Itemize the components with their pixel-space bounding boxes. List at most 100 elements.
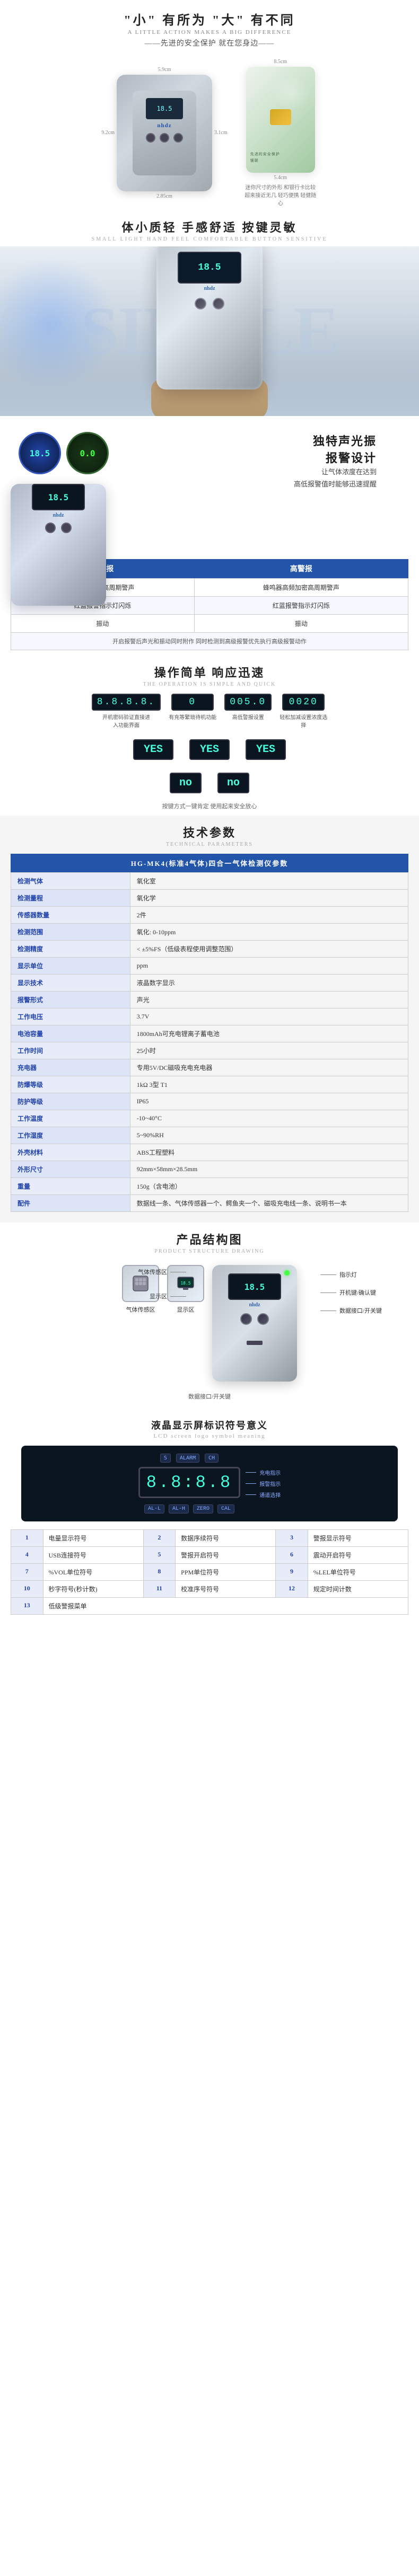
tech-value-10: 1800mAh可充电锂离子蓄电池 — [130, 1025, 408, 1042]
top-slogan-section: "小" 有所为 "大" 有不同 A LITTLE ACTION MAKES A … — [0, 0, 419, 54]
tech-param-6: 显示单位 — [11, 958, 130, 975]
tech-value-7: 液晶数字显示 — [130, 975, 408, 992]
lcd-screen-1: 8.8.8.8. — [92, 694, 161, 711]
tech-row-17: 外壳材料 ABS工程塑料 — [11, 1144, 408, 1161]
symbol-num-8: 8 — [143, 1564, 176, 1581]
lcd-grid: 8.8.8.8. 开机密码验证直接进入功能界面 0 有充等繁琐待机功能 005.… — [0, 687, 419, 735]
tech-param-2: 检测量程 — [11, 890, 130, 907]
symbol-desc-1: 电量显示符号 — [43, 1530, 143, 1547]
main-device-with-labels: 18.5 nhdz 指示灯 — [212, 1265, 297, 1382]
lcd-alarm-labels-row: AL-L AL-H ZERO CAL — [144, 1504, 234, 1513]
card-chip — [270, 109, 291, 125]
tech-row-11: 工作时间 25小时 — [11, 1042, 408, 1059]
lcd-label-1: 开机密码验证直接进入功能界面 — [102, 713, 150, 729]
tech-param-16: 工作湿度 — [11, 1127, 130, 1144]
label-gas-sensor-text: 气体传感区 — [138, 1268, 167, 1276]
tech-param-14: 防护等级 — [11, 1093, 130, 1110]
dim-label-top: 5.9cm — [158, 67, 171, 73]
tech-row-7: 显示技术 液晶数字显示 — [11, 975, 408, 992]
gauge-left-value: 18.5 — [30, 448, 50, 458]
alarm-cell-high-3: 振动 — [194, 615, 408, 633]
alarm-layout: 18.5 0.0 18.5 nhdz — [0, 427, 419, 559]
lcd-right-labels: 充电指示 报警指示 通道选择 — [246, 1468, 281, 1499]
gauge-row: 18.5 0.0 — [11, 432, 117, 474]
tech-row-16: 工作湿度 5~90%RH — [11, 1127, 408, 1144]
lcd-item-3: 005.0 高低警报设置 — [224, 694, 272, 729]
symbol-desc-5: 警报开启符号 — [176, 1547, 276, 1564]
main-device-button-row — [212, 1313, 297, 1325]
symbol-desc-6: 震动开启符号 — [308, 1547, 408, 1564]
product-card-image: 先进的安全保护 银联 — [246, 67, 315, 173]
features-title-english: SMALL LIGHT HAND FEEL COMFORTABLE BUTTON… — [0, 236, 419, 242]
tech-value-3: 2件 — [130, 907, 408, 924]
main-device-btn-2[interactable] — [257, 1313, 269, 1325]
symbol-num-4: 4 — [11, 1547, 43, 1564]
symbol-desc-12: 规定时间计数 — [308, 1581, 408, 1598]
product-device-image: 18.5 nhdz — [117, 75, 212, 191]
tech-row-12: 充电器 专用5V/DC磁吸充电充电器 — [11, 1059, 408, 1076]
symbol-num-13: 13 — [11, 1598, 43, 1615]
structure-parts-row: 气体传感区 18.5 显示区 18.5 nhdz — [0, 1260, 419, 1387]
main-device-btn-1[interactable] — [240, 1313, 252, 1325]
lcd-sym-display-container: S ALARM CH 8.8:8.8 AL-L AL-H ZERO CAL — [138, 1454, 240, 1513]
device-buttons — [133, 133, 196, 143]
alarm-btn-2[interactable] — [61, 523, 72, 533]
tech-value-17: ABS工程塑料 — [130, 1144, 408, 1161]
tech-title-cn: 技术参数 — [11, 824, 408, 840]
tech-row-10: 电池容量 1800mAh可充电锂离子蓄电池 — [11, 1025, 408, 1042]
device-button-1[interactable] — [146, 133, 155, 143]
product-top-images: 5.9cm 9.2cm 18.5 nhdz 3.1cm 2.85cm — [0, 54, 419, 212]
dim-label-right: 3.1cm — [214, 130, 228, 136]
card-compare-desc: 迷你尺寸的外形 和银行卡比较超来接近无几 轻巧便携 轻健随心 — [243, 183, 318, 207]
tech-value-20: 数据线一条、气体传感器一个、鳄鱼夹一个、磁吸充电线一条、说明书一本 — [130, 1195, 408, 1212]
tech-param-3: 传感器数量 — [11, 907, 130, 924]
tech-row-8: 报警形式 声光 — [11, 992, 408, 1008]
tech-param-7: 显示技术 — [11, 975, 130, 992]
lcd-right-line-1 — [246, 1472, 256, 1473]
symbol-num-7: 7 — [11, 1564, 43, 1581]
hand-device-section: 18.5 nhdz SIMPLE — [0, 246, 419, 416]
tech-value-1: 氧化室 — [130, 873, 408, 890]
symbol-desc-4: USB连接符号 — [43, 1547, 143, 1564]
tech-value-18: 92mm×58mm×28.5mm — [130, 1161, 408, 1178]
tech-row-14: 防护等级 IP65 — [11, 1093, 408, 1110]
lcd-sym-screen: 8.8:8.8 — [138, 1467, 240, 1498]
tech-value-9: 3.7V — [130, 1008, 408, 1025]
led-indicator — [284, 1270, 290, 1276]
tech-param-4: 检测范围 — [11, 924, 130, 941]
lcd-right-line-3 — [246, 1494, 256, 1495]
symbol-table: 1 电量显示符号 2 数据序续符号 3 警报显示符号 4 USB连接符号 5 警… — [11, 1529, 408, 1615]
alarm-section: 18.5 0.0 18.5 nhdz — [0, 416, 419, 656]
tech-row-1: 检测气体 氧化室 — [11, 873, 408, 890]
structure-title-cn: 产品结构图 — [0, 1231, 419, 1247]
device-button-3[interactable] — [173, 133, 183, 143]
tech-param-17: 外壳材料 — [11, 1144, 130, 1161]
structure-bottom-label: 数据接口/开关键 — [0, 1392, 419, 1405]
lcd-right-line-2 — [246, 1483, 256, 1484]
device-3d-btn-2[interactable] — [213, 298, 224, 309]
alarm-device-btns — [11, 523, 106, 533]
yes-display-3: YES — [246, 739, 286, 760]
device-body: 18.5 nhdz — [133, 91, 196, 175]
lcd-label-4: 轻松加减设置浓度选择 — [280, 713, 327, 729]
alarm-row-3: 振动 振动 — [11, 615, 408, 633]
symbol-desc-3: 警报显示符号 — [308, 1530, 408, 1547]
alarm-btn-1[interactable] — [45, 523, 56, 533]
tech-row-4: 检测范围 氧化: 0-10ppm — [11, 924, 408, 941]
label-indicator-led: 指示灯 — [320, 1270, 382, 1279]
device-button-2[interactable] — [160, 133, 169, 143]
tech-param-10: 电池容量 — [11, 1025, 130, 1042]
hand-device-3d: 18.5 nhdz — [156, 246, 263, 390]
alarm-device-screen: 18.5 — [32, 484, 85, 510]
structure-section: 产品结构图 PRODUCT STRUCTURE DRAWING 气体传感区 — [0, 1223, 419, 1410]
alarm-table-header-high: 高警报 — [194, 559, 408, 579]
label-power-key-text: 开机键/确认键 — [339, 1288, 376, 1297]
structure-title-en: PRODUCT STRUCTURE DRAWING — [0, 1249, 419, 1254]
tech-title-en: TECHNICAL PARAMETERS — [11, 842, 408, 847]
symbol-row-1: 1 电量显示符号 2 数据序续符号 3 警报显示符号 — [11, 1530, 408, 1547]
lcd-item-1: 8.8.8.8. 开机密码验证直接进入功能界面 — [92, 694, 161, 729]
device-3d-btn-1[interactable] — [195, 298, 206, 309]
symbol-desc-13: 低级警报菜单 — [43, 1598, 408, 1615]
tech-section: 技术参数 TECHNICAL PARAMETERS HG-MK4(标准4气体)四… — [0, 816, 419, 1223]
yes-grid: YES YES YES — [0, 735, 419, 764]
